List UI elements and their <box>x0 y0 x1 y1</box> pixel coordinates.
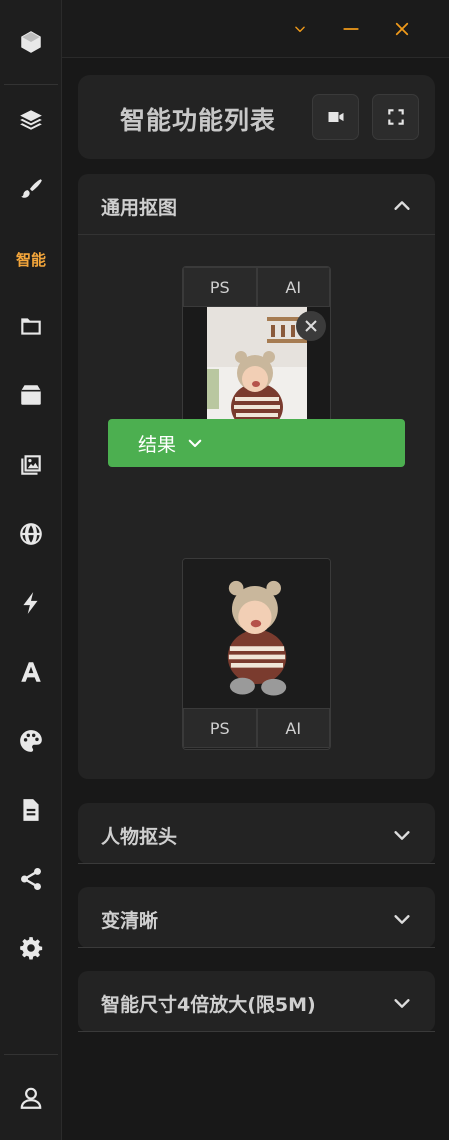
expand-icon <box>387 109 404 125</box>
section-title: 智能尺寸4倍放大(限5M) <box>101 994 316 1016</box>
output-photo <box>183 559 330 708</box>
images-icon[interactable] <box>0 443 62 487</box>
output-ai-button[interactable]: AI <box>256 708 330 748</box>
header-card: 智能功能列表 <box>78 75 435 159</box>
close-icon <box>305 320 317 332</box>
output-image-card: PS AI <box>182 558 331 750</box>
output-actions: PS AI <box>183 708 330 748</box>
brush-icon[interactable] <box>0 167 62 211</box>
input-ps-button[interactable]: PS <box>183 267 257 307</box>
section-title: 变清晰 <box>101 910 159 932</box>
cutout-result-image <box>227 580 286 696</box>
output-ps-button[interactable]: PS <box>183 708 257 748</box>
fullscreen-button[interactable] <box>372 94 419 140</box>
share-icon[interactable] <box>0 857 62 901</box>
video-camera-icon <box>328 112 343 122</box>
chevron-down-icon <box>188 439 202 448</box>
sidebar: 智能 <box>0 0 62 1140</box>
palette-icon[interactable] <box>0 719 62 763</box>
cube-icon[interactable] <box>0 20 62 64</box>
window-titlebar <box>62 0 449 58</box>
remove-image-button[interactable] <box>296 311 326 341</box>
close-icon[interactable] <box>387 14 417 44</box>
globe-icon[interactable] <box>0 512 62 556</box>
result-label: 结果 <box>138 433 177 456</box>
result-dropdown-button[interactable]: 结果 <box>108 419 405 467</box>
section-portrait-cutout[interactable]: 人物抠头 <box>78 803 435 864</box>
chevron-down-icon[interactable] <box>391 992 413 1014</box>
section-sharpen[interactable]: 变清晰 <box>78 887 435 948</box>
user-icon[interactable] <box>0 1076 62 1120</box>
document-icon[interactable] <box>0 788 62 832</box>
font-icon[interactable] <box>0 650 62 694</box>
section-title: 人物抠头 <box>101 826 178 848</box>
input-actions: PS AI <box>183 267 330 307</box>
box-icon[interactable] <box>0 373 62 417</box>
bolt-icon[interactable] <box>0 581 62 625</box>
dropdown-icon[interactable] <box>285 14 315 44</box>
page-title: 智能功能列表 <box>120 106 277 135</box>
folder-icon[interactable] <box>0 304 62 348</box>
section-upscale[interactable]: 智能尺寸4倍放大(限5M) <box>78 971 435 1032</box>
section-title: 通用抠图 <box>101 197 178 219</box>
video-button[interactable] <box>312 94 359 140</box>
section-general-cutout: 通用抠图 PS AI 结果 PS AI <box>78 174 435 779</box>
chevron-up-icon[interactable] <box>391 195 413 217</box>
input-ai-button[interactable]: AI <box>256 267 330 307</box>
minimize-icon[interactable] <box>336 14 366 44</box>
section-header[interactable]: 通用抠图 <box>78 174 435 235</box>
chevron-down-icon[interactable] <box>391 824 413 846</box>
sidebar-item-smart[interactable]: 智能 <box>0 237 62 281</box>
chevron-down-icon[interactable] <box>391 908 413 930</box>
main-panel: 智能功能列表 通用抠图 PS AI 结果 PS AI 人物抠头 变清晰 智能尺寸… <box>62 58 449 1140</box>
gear-icon[interactable] <box>0 926 62 970</box>
layers-icon[interactable] <box>0 98 62 142</box>
